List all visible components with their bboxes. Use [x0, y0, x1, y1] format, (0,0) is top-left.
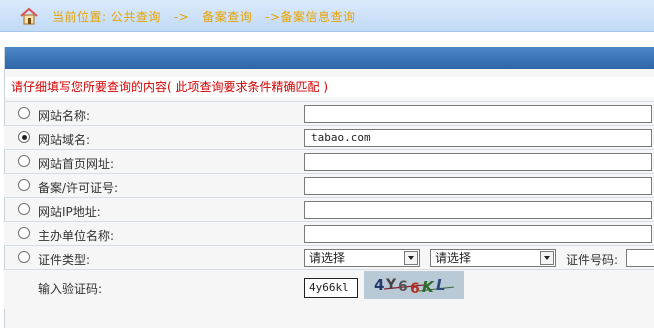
- sponsor-name-input[interactable]: [304, 225, 652, 243]
- svg-text:6: 6: [398, 279, 408, 295]
- svg-text:Y: Y: [385, 277, 397, 293]
- svg-text:4: 4: [374, 276, 385, 294]
- radio-site-ip[interactable]: [18, 203, 30, 215]
- radio-homepage-url[interactable]: [18, 155, 30, 167]
- cert-type-select[interactable]: 请选择: [304, 249, 420, 267]
- breadcrumb-separator: ->: [265, 10, 281, 24]
- license-number-input[interactable]: [304, 177, 652, 195]
- home-icon[interactable]: [19, 6, 39, 26]
- site-domain-input[interactable]: tabao.com: [304, 129, 652, 147]
- cert-number-input[interactable]: [626, 249, 654, 267]
- cert-subtype-select-value: 请选择: [435, 251, 472, 265]
- chevron-down-icon[interactable]: [404, 251, 418, 265]
- label-site-ip: 网站IP地址:: [38, 205, 101, 219]
- site-name-input[interactable]: [304, 105, 652, 123]
- cert-subtype-select[interactable]: 请选择: [430, 249, 556, 267]
- chevron-down-icon[interactable]: [540, 251, 554, 265]
- label-homepage-url: 网站首页网址:: [38, 157, 115, 171]
- radio-site-name[interactable]: [18, 107, 30, 119]
- row-sponsor-name: 主办单位名称:: [4, 221, 654, 245]
- label-cert-type: 证件类型:: [38, 253, 91, 267]
- captcha-label: 输入验证码:: [38, 282, 103, 296]
- query-notice: 请仔细填写您所要查询的内容( 此项查询要求条件精确匹配 ): [5, 77, 654, 97]
- breadcrumb-location-label: 当前位置:: [52, 10, 107, 24]
- captcha-input[interactable]: 4y66kl: [304, 278, 358, 298]
- top-bar: 当前位置: 公共查询 -> 备案查询 ->备案信息查询: [0, 0, 654, 32]
- panel-header-bar: [5, 47, 654, 69]
- radio-site-domain[interactable]: [18, 131, 30, 143]
- row-site-ip: 网站IP地址:: [4, 197, 654, 221]
- row-captcha: 输入验证码: 4y66kl 4 Y 6 6 K L: [4, 269, 654, 309]
- radio-cert-type[interactable]: [18, 251, 30, 263]
- label-sponsor-name: 主办单位名称:: [38, 229, 115, 243]
- label-license-number: 备案/许可证号:: [38, 181, 119, 195]
- cert-type-select-value: 请选择: [309, 251, 346, 265]
- breadcrumb: 当前位置: 公共查询 -> 备案查询 ->备案信息查询: [52, 8, 356, 25]
- row-site-domain: 网站域名: tabao.com: [4, 125, 654, 149]
- row-cert-type: 证件类型: 请选择 请选择 证件号码:: [4, 245, 654, 269]
- radio-sponsor-name[interactable]: [18, 227, 30, 239]
- site-ip-input[interactable]: [304, 201, 652, 219]
- row-site-name: 网站名称:: [4, 101, 654, 125]
- row-homepage-url: 网站首页网址:: [4, 149, 654, 173]
- row-license-number: 备案/许可证号:: [4, 173, 654, 197]
- radio-license-number[interactable]: [18, 179, 30, 191]
- svg-text:K: K: [422, 278, 435, 296]
- svg-text:L: L: [436, 276, 446, 294]
- homepage-url-input[interactable]: [304, 153, 652, 171]
- svg-text:6: 6: [410, 281, 420, 297]
- breadcrumb-separator: ->: [173, 10, 190, 24]
- breadcrumb-item-record-info-query[interactable]: 备案信息查询: [281, 10, 356, 24]
- breadcrumb-item-record-query[interactable]: 备案查询: [202, 10, 252, 24]
- captcha-image[interactable]: 4 Y 6 6 K L: [364, 271, 464, 299]
- label-site-domain: 网站域名:: [38, 133, 91, 147]
- breadcrumb-item-public-query[interactable]: 公共查询: [111, 10, 161, 24]
- label-site-name: 网站名称:: [38, 109, 91, 123]
- cert-number-label: 证件号码:: [566, 253, 619, 267]
